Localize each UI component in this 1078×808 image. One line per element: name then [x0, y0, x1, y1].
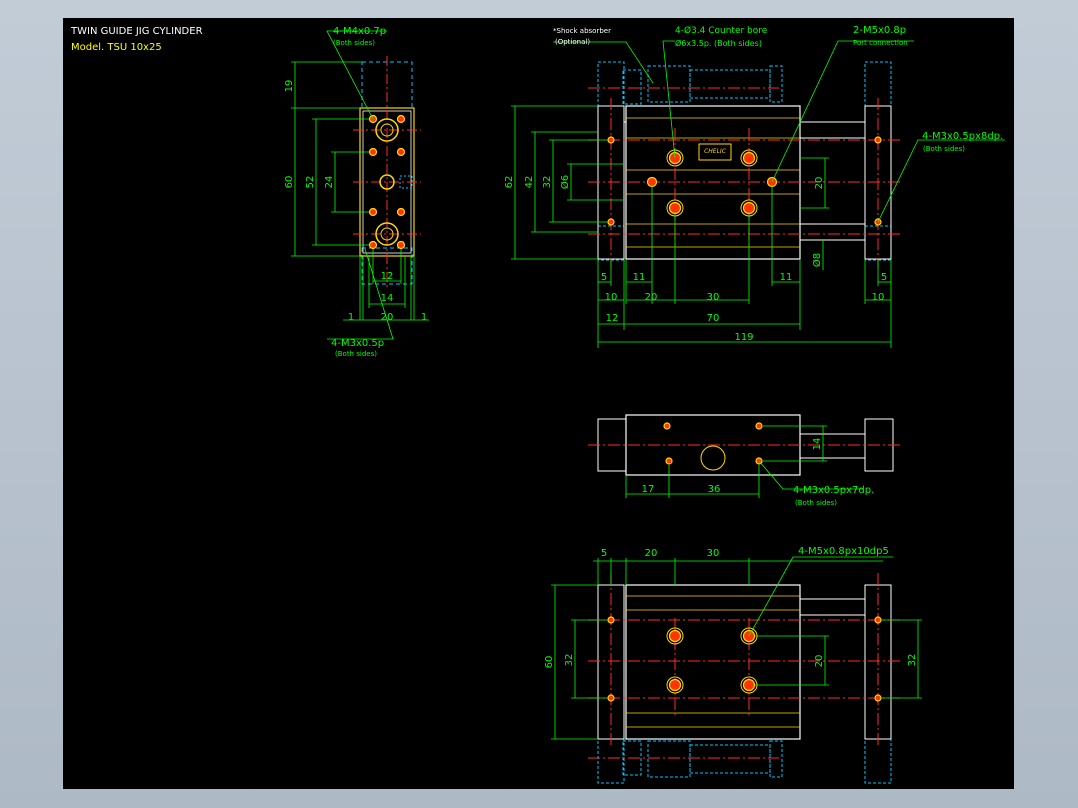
left-dim-24: 24	[324, 176, 335, 189]
front-logo-text: CHELIC	[704, 148, 727, 155]
bottom-dim-20v: 20	[814, 655, 825, 668]
bottom-body	[625, 584, 801, 740]
front-dim-20b: 20	[645, 292, 658, 303]
left-dim-60: 60	[284, 176, 295, 189]
side-view: 14 17 36 4-M3x0.5px7dp. (Both sides)	[588, 414, 903, 507]
front-dim-5: 5	[601, 272, 607, 283]
bottom-dim-text: 5 20 30 60 32 20 32	[544, 548, 918, 668]
left-dim-19: 19	[284, 80, 295, 93]
drawing-canvas[interactable]: TWIN GUIDE JIG CYLINDER Model. TSU 10x25	[63, 18, 1014, 789]
title-line-1: TWIN GUIDE JIG CYLINDER	[70, 26, 203, 37]
side-dim-36: 36	[708, 484, 721, 495]
front-dim-10: 10	[605, 292, 618, 303]
front-dim-10r: 10	[872, 292, 885, 303]
left-dim-1b: 1	[421, 312, 427, 323]
counterbore-note: 4-Ø3.4 Counter bore	[675, 25, 768, 36]
left-bottom-callout-sub: (Both sides)	[335, 350, 377, 358]
front-centerlines	[588, 87, 903, 268]
front-dim-6: Ø6	[559, 175, 571, 189]
front-dim-20: 20	[814, 177, 825, 190]
bottom-centerlines	[588, 573, 903, 759]
bottom-hidden-parts	[597, 738, 892, 784]
left-bottom-callout: 4-M3x0.5p	[331, 338, 384, 349]
left-dim-20: 20	[381, 312, 394, 323]
front-dim-5r: 5	[881, 272, 887, 283]
side-port	[700, 445, 726, 471]
left-dim-text: 19 60 52 24 12 14 1 20 1	[284, 80, 427, 323]
front-dim-119: 119	[734, 332, 753, 343]
left-dim-12: 12	[381, 271, 394, 282]
cad-drawing: TWIN GUIDE JIG CYLINDER Model. TSU 10x25	[70, 25, 1005, 784]
left-dim-52: 52	[305, 176, 316, 189]
front-dim-11a: 11	[633, 272, 646, 283]
side-callout: 4-M3x0.5px7dp.	[793, 485, 874, 496]
side-dim-14: 14	[812, 438, 823, 451]
front-dim-11b: 11	[780, 272, 793, 283]
bottom-dim-60: 60	[544, 656, 555, 669]
front-dim-8: Ø8	[811, 253, 823, 267]
front-dim-70: 70	[707, 313, 720, 324]
left-dim-1a: 1	[348, 312, 354, 323]
left-end-view: 19 60 52 24 12 14 1 20 1 4-M4x0.7p (Both…	[284, 26, 429, 358]
port-note: 2-M5x0.8p	[853, 25, 906, 36]
side-callout-sub: (Both sides)	[795, 499, 837, 507]
shock-note-sub: (Optional)	[555, 38, 590, 46]
port-note-sub: Port connection	[853, 39, 908, 47]
right-callout-sub: (Both sides)	[923, 145, 965, 153]
bottom-dim-20: 20	[645, 548, 658, 559]
left-dim-14: 14	[381, 293, 394, 304]
left-top-callout-sub: (Both sides)	[333, 39, 375, 47]
bottom-view: 5 20 30 60 32 20 32 4-M5x0.8px10dp5	[544, 546, 922, 784]
front-holes	[607, 136, 882, 226]
bottom-callout: 4-M5x0.8px10dp5	[798, 546, 889, 557]
bottom-dim-lines	[551, 556, 922, 740]
title-line-2: Model. TSU 10x25	[71, 42, 162, 53]
counterbore-note-sub: Ø6x3.5p. (Both sides)	[675, 38, 762, 48]
side-holes	[663, 422, 763, 465]
bottom-dim-32: 32	[564, 654, 575, 667]
bottom-rods	[800, 598, 865, 616]
front-dim-32: 32	[542, 176, 553, 189]
bottom-dim-32r: 32	[907, 654, 918, 667]
right-callout: 4-M3x0.5px8dp.	[922, 131, 1003, 142]
front-dim-12: 12	[606, 313, 619, 324]
cad-window: TWIN GUIDE JIG CYLINDER Model. TSU 10x25	[0, 0, 1078, 808]
bottom-dim-30: 30	[707, 548, 720, 559]
side-dim-17: 17	[642, 484, 655, 495]
front-view: CHELIC 62 42 32 Ø6 20 Ø8 5 11 11 5 10 20…	[504, 25, 1005, 348]
bottom-dim-5: 5	[601, 548, 607, 559]
front-dim-62: 62	[504, 176, 515, 189]
shock-note: *Shock absorber	[553, 27, 611, 35]
front-dim-lines	[511, 40, 1005, 348]
left-top-callout: 4-M4x0.7p	[333, 26, 386, 37]
front-dim-30: 30	[707, 292, 720, 303]
front-dim-42: 42	[524, 176, 535, 189]
